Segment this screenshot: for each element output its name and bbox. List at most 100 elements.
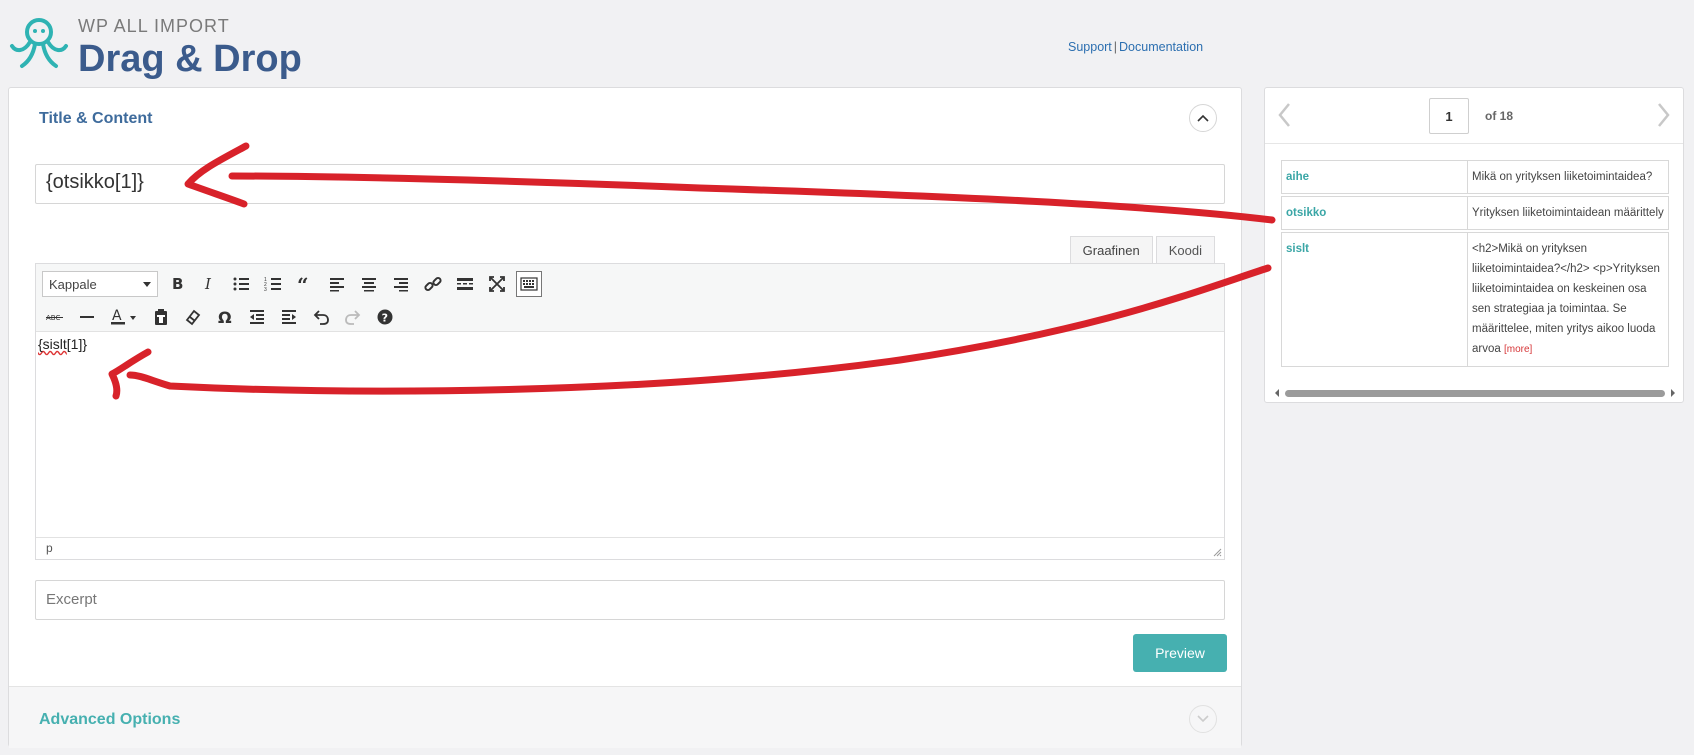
scrollbar-thumb[interactable] [1285, 390, 1665, 397]
redo-icon [345, 310, 361, 325]
scroll-left-icon[interactable] [1273, 388, 1281, 398]
title-field[interactable]: {otsikko[1]} [35, 164, 1225, 204]
record-value[interactable]: Yrityksen liiketoimintaidean määrittely [1467, 196, 1669, 230]
record-key[interactable]: otsikko [1281, 196, 1468, 230]
svg-text:B: B [172, 275, 183, 293]
record-key[interactable]: sislt [1281, 232, 1468, 367]
eraser-icon [185, 309, 201, 326]
toolbar-toggle-button[interactable] [516, 271, 542, 297]
horizontal-line-button[interactable] [74, 304, 100, 330]
undo-button[interactable] [308, 304, 334, 330]
read-more-button[interactable] [452, 271, 478, 297]
paste-text-button[interactable] [148, 304, 174, 330]
next-record-icon[interactable] [1653, 100, 1673, 130]
record-total: of 18 [1485, 109, 1514, 123]
chevron-up-icon [1197, 114, 1209, 122]
link-separator: | [1113, 40, 1118, 54]
preview-button[interactable]: Preview [1133, 634, 1227, 672]
text-color-button[interactable]: A [106, 304, 142, 330]
brand-subtitle: WP ALL IMPORT [78, 16, 230, 36]
bullet-list-icon [233, 277, 249, 291]
blockquote-button[interactable]: “ [292, 271, 318, 297]
record-number-input[interactable]: 1 [1429, 98, 1469, 134]
italic-icon: I [204, 275, 212, 293]
align-right-button[interactable] [388, 271, 414, 297]
editor-toolbar: Kappale B I 123 “ ABC A [36, 264, 1224, 332]
text-color-icon: A [111, 308, 136, 325]
indent-button[interactable] [276, 304, 302, 330]
record-row: aihe Mikä on yrityksen liiketoimintaidea… [1281, 160, 1669, 194]
indent-icon [282, 310, 296, 324]
editor-text-misspelled: {sislt [38, 336, 67, 352]
outdent-icon [250, 310, 264, 324]
expand-advanced-button[interactable] [1189, 705, 1217, 733]
bullet-list-button[interactable] [228, 271, 254, 297]
redo-button[interactable] [340, 304, 366, 330]
outdent-button[interactable] [244, 304, 270, 330]
strikethrough-button[interactable]: ABC [42, 304, 68, 330]
element-path[interactable]: p [46, 541, 53, 555]
strikethrough-icon: ABC [46, 314, 63, 322]
fullscreen-icon [489, 276, 505, 292]
clear-formatting-button[interactable] [180, 304, 206, 330]
editor-content-area[interactable]: {sislt[1]} [36, 332, 1224, 528]
advanced-options-section[interactable]: Advanced Options [9, 686, 1241, 748]
svg-text:I: I [204, 275, 212, 293]
editor-tabs: Graafinen Koodi [1069, 236, 1215, 264]
brand: WP ALL IMPORT Drag & Drop [8, 10, 328, 80]
resize-handle-icon[interactable] [1212, 547, 1222, 557]
octopus-logo-icon [10, 18, 68, 68]
record-value-cell[interactable]: <h2>Mikä on yrityksen liiketoimintaidea?… [1467, 232, 1669, 367]
quote-icon: “ [297, 275, 309, 293]
editor-text-rest: [1]} [66, 336, 88, 352]
advanced-options-title: Advanced Options [39, 711, 181, 728]
record-preview-panel: 1 of 18 aihe Mikä on yrityksen liiketoim… [1264, 87, 1684, 403]
omega-icon: Ω [218, 308, 232, 326]
collapse-button[interactable] [1189, 104, 1217, 132]
align-left-icon [330, 278, 344, 292]
numbered-list-button[interactable]: 123 [260, 271, 286, 297]
record-value: <h2>Mikä on yrityksen liiketoimintaidea?… [1472, 243, 1660, 355]
top-links: Support | Documentation [1068, 40, 1203, 54]
chevron-down-icon [1197, 715, 1209, 723]
undo-icon [313, 310, 329, 325]
help-button[interactable]: ? [372, 304, 398, 330]
horizontal-scrollbar[interactable] [1273, 388, 1677, 398]
tab-visual[interactable]: Graafinen [1069, 236, 1153, 264]
svg-text:“: “ [297, 275, 309, 293]
keyboard-icon [520, 277, 538, 291]
more-link[interactable]: [more] [1504, 344, 1532, 355]
record-row: otsikko Yrityksen liiketoimintaidean mää… [1281, 196, 1669, 230]
record-key[interactable]: aihe [1281, 160, 1468, 194]
horizontal-line-icon [80, 316, 94, 318]
read-more-icon [457, 278, 473, 290]
svg-text:Ω: Ω [218, 308, 232, 326]
record-row: sislt <h2>Mikä on yrityksen liiketoimint… [1281, 232, 1669, 367]
brand-title: Drag & Drop [78, 38, 302, 80]
italic-button[interactable]: I [196, 271, 222, 297]
support-link[interactable]: Support [1068, 40, 1112, 54]
special-character-button[interactable]: Ω [212, 304, 238, 330]
format-select-value: Kappale [49, 276, 97, 292]
align-center-button[interactable] [356, 271, 382, 297]
insert-link-button[interactable] [420, 271, 446, 297]
record-value[interactable]: Mikä on yrityksen liiketoimintaidea? [1467, 160, 1669, 194]
record-pager: 1 of 18 [1265, 88, 1683, 144]
help-icon: ? [377, 309, 393, 325]
align-center-icon [362, 278, 376, 292]
panel-header[interactable]: Title & Content [9, 88, 1241, 148]
tab-code[interactable]: Koodi [1155, 236, 1215, 264]
previous-record-icon[interactable] [1275, 100, 1295, 130]
fullscreen-button[interactable] [484, 271, 510, 297]
caret-down-icon [143, 281, 151, 287]
editor-status-bar: p [36, 537, 1224, 559]
bold-button[interactable]: B [164, 271, 190, 297]
scroll-right-icon[interactable] [1669, 388, 1677, 398]
bold-icon: B [172, 275, 183, 293]
excerpt-field[interactable]: Excerpt [35, 580, 1225, 620]
svg-text:3: 3 [264, 287, 267, 293]
format-select[interactable]: Kappale [42, 271, 158, 297]
title-content-panel: Title & Content {otsikko[1]} Graafinen K… [8, 87, 1242, 748]
align-left-button[interactable] [324, 271, 350, 297]
documentation-link[interactable]: Documentation [1119, 40, 1203, 54]
